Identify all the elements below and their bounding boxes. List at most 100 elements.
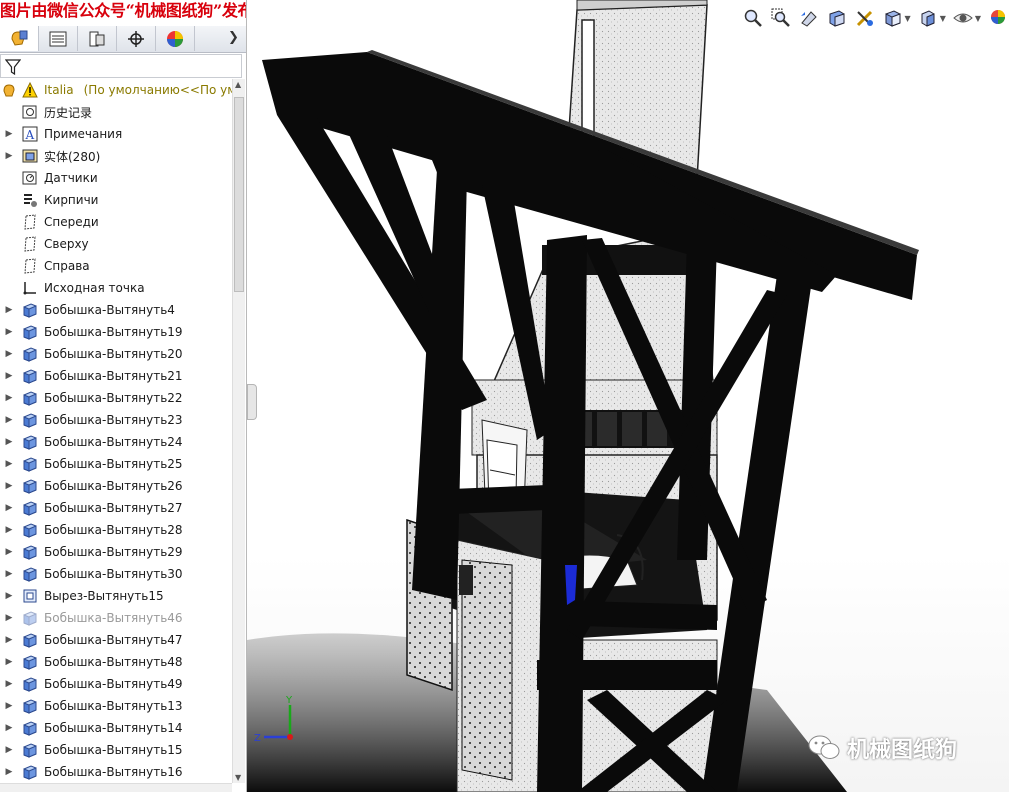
section-view-button[interactable]	[826, 7, 848, 29]
tree-item[interactable]: 历史记录	[0, 101, 232, 123]
tree-root[interactable]: Italia (По умолчанию<<По ум	[0, 79, 232, 101]
tree-item[interactable]: ▶ Бобышка-Вытянуть16	[0, 761, 232, 783]
tree-item-label: Исходная точка	[44, 281, 145, 295]
expand-arrow-icon[interactable]: ▶	[4, 547, 14, 557]
scroll-down-icon[interactable]: ▼	[235, 773, 241, 782]
tree-item-label: Бобышка-Вытянуть28	[44, 523, 183, 537]
view-orientation-button[interactable]	[882, 7, 904, 29]
expand-arrow-icon[interactable]: ▶	[4, 393, 14, 403]
expand-arrow-icon[interactable]: ▶	[4, 745, 14, 755]
tree-item[interactable]: ▶ Бобышка-Вытянуть46	[0, 607, 232, 629]
previous-view-button[interactable]	[798, 7, 820, 29]
tree-item[interactable]: ▶ Бобышка-Вытянуть15	[0, 739, 232, 761]
appearance-button[interactable]	[987, 7, 1009, 29]
expand-arrow-icon[interactable]: ▶	[4, 481, 14, 491]
tree-item[interactable]: ▶ A Примечания	[0, 123, 232, 145]
tree-item[interactable]: ▶ Бобышка-Вытянуть25	[0, 453, 232, 475]
tree-item-label: Бобышка-Вытянуть24	[44, 435, 183, 449]
zoom-to-fit-button[interactable]	[742, 7, 764, 29]
display-manager-icon	[167, 30, 183, 47]
display-style-button[interactable]	[917, 7, 939, 29]
extrude-icon	[22, 302, 38, 318]
filter-icon[interactable]	[5, 58, 21, 76]
scrollbar-thumb[interactable]	[234, 97, 244, 292]
expand-arrow-icon[interactable]: ▶	[4, 415, 14, 425]
tree-item[interactable]: ▶ Бобышка-Вытянуть21	[0, 365, 232, 387]
tree-item[interactable]: Датчики	[0, 167, 232, 189]
tree-item[interactable]: ▶ Бобышка-Вытянуть19	[0, 321, 232, 343]
filter-bar[interactable]	[0, 54, 242, 78]
expand-arrow-icon[interactable]: ▶	[4, 437, 14, 447]
tree-item[interactable]: Спереди	[0, 211, 232, 233]
tree-item[interactable]: Сверху	[0, 233, 232, 255]
expand-arrow-icon[interactable]: ▶	[4, 129, 14, 139]
svg-text:A: A	[25, 128, 35, 142]
tree-item[interactable]: ▶ Бобышка-Вытянуть14	[0, 717, 232, 739]
tab-dimxpert-manager[interactable]	[117, 26, 156, 51]
expand-arrow-icon[interactable]: ▶	[4, 151, 14, 161]
tab-property-manager[interactable]	[39, 26, 78, 51]
expand-arrow-icon[interactable]: ▶	[4, 349, 14, 359]
expand-arrow-icon[interactable]: ▶	[4, 459, 14, 469]
tree-item[interactable]: Справа	[0, 255, 232, 277]
tree-item[interactable]: ▶ Бобышка-Вытянуть22	[0, 387, 232, 409]
scroll-up-icon[interactable]: ▲	[235, 80, 241, 89]
expand-arrow-icon[interactable]: ▶	[4, 569, 14, 579]
tree-item[interactable]: ▶ Бобышка-Вытянуть49	[0, 673, 232, 695]
hide-show-button[interactable]	[952, 7, 974, 29]
annotation-view-icon	[856, 10, 873, 27]
tree-horizontal-scrollbar[interactable]	[0, 783, 232, 792]
expand-arrow-icon[interactable]: ▶	[4, 371, 14, 381]
chevron-down-icon[interactable]: ▼	[975, 14, 981, 23]
extrude-icon	[22, 698, 38, 714]
expand-arrow-icon[interactable]: ▶	[4, 613, 14, 623]
expand-arrow-icon[interactable]: ▶	[4, 525, 14, 535]
graphics-viewport[interactable]: Y Z ▼ ▼ ▼ 机械图纸狗	[247, 0, 1009, 792]
panel-collapse-handle[interactable]	[247, 384, 257, 420]
expand-arrow-icon[interactable]: ▶	[4, 767, 14, 777]
tab-feature-manager[interactable]	[0, 26, 39, 51]
tree-item[interactable]: ▶ Бобышка-Вытянуть23	[0, 409, 232, 431]
extrude-icon	[22, 544, 38, 560]
tree-item[interactable]: ▶ 实体(280)	[0, 145, 232, 167]
tab-display-manager[interactable]	[156, 26, 195, 51]
dynamic-annotation-button[interactable]	[854, 7, 876, 29]
extrude-icon	[22, 478, 38, 494]
tree-item[interactable]: ▶ Бобышка-Вытянуть24	[0, 431, 232, 453]
tree-item[interactable]: ▶ Бобышка-Вытянуть30	[0, 563, 232, 585]
tab-configuration-manager[interactable]	[78, 26, 117, 51]
expand-arrow-icon[interactable]: ▶	[4, 503, 14, 513]
tree-item-label: 历史记录	[44, 105, 93, 120]
expand-arrow-icon[interactable]: ▶	[4, 723, 14, 733]
expand-arrow-icon[interactable]: ▶	[4, 591, 14, 601]
chevron-down-icon[interactable]: ▼	[905, 14, 911, 23]
tree-item[interactable]: ▶ Бобышка-Вытянуть26	[0, 475, 232, 497]
tree-item[interactable]: Исходная точка	[0, 277, 232, 299]
tree-item[interactable]: ▶ Бобышка-Вытянуть27	[0, 497, 232, 519]
tree-item-label: Бобышка-Вытянуть30	[44, 567, 183, 581]
expand-arrow-icon[interactable]: ▶	[4, 679, 14, 689]
expand-arrow-icon[interactable]: ▶	[4, 657, 14, 667]
tree-item[interactable]: ▶ Бобышка-Вытянуть13	[0, 695, 232, 717]
expand-arrow-icon[interactable]: ▶	[4, 327, 14, 337]
tree-item[interactable]: ▶ Бобышка-Вытянуть20	[0, 343, 232, 365]
expand-arrow-icon[interactable]: ▶	[4, 701, 14, 711]
feature-tree: Italia (По умолчанию<<По ум 历史记录 ▶ A Примеч…	[0, 79, 232, 783]
chevron-right-icon[interactable]: ❯	[228, 30, 239, 45]
tree-item[interactable]: ▶ Бобышка-Вытянуть48	[0, 651, 232, 673]
wechat-watermark: 机械图纸狗	[807, 732, 957, 764]
tree-item[interactable]: ▶ Бобышка-Вытянуть47	[0, 629, 232, 651]
chevron-down-icon[interactable]: ▼	[940, 14, 946, 23]
tree-item-label: Бобышка-Вытянуть16	[44, 765, 183, 779]
zoom-to-area-button[interactable]	[770, 7, 792, 29]
tree-item[interactable]: ▶ Бобышка-Вытянуть29	[0, 541, 232, 563]
expand-arrow-icon[interactable]: ▶	[4, 635, 14, 645]
tree-item[interactable]: ▶ Бобышка-Вытянуть4	[0, 299, 232, 321]
expand-arrow-icon[interactable]: ▶	[4, 305, 14, 315]
tree-item-label: Бобышка-Вытянуть21	[44, 369, 183, 383]
tree-item[interactable]: ▶ Вырез-Вытянуть15	[0, 585, 232, 607]
tree-vertical-scrollbar[interactable]: ▲ ▼	[232, 79, 245, 783]
extrude-icon	[22, 390, 38, 406]
tree-item[interactable]: ▶ Бобышка-Вытянуть28	[0, 519, 232, 541]
tree-item[interactable]: Кирпичи	[0, 189, 232, 211]
